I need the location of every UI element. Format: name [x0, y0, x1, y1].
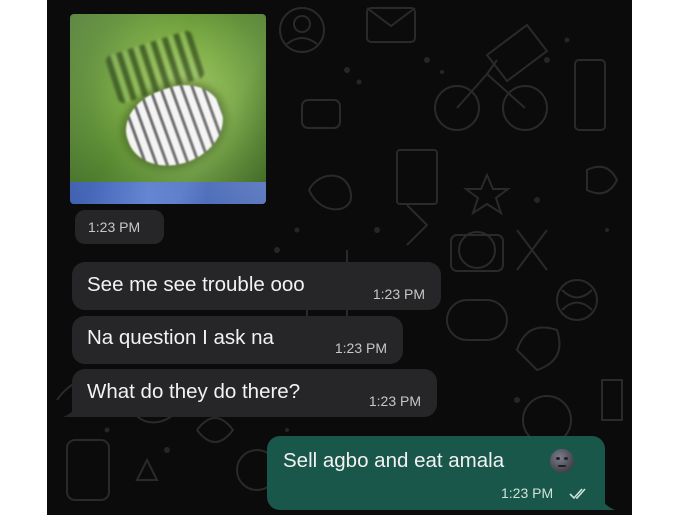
incoming-message-bubble[interactable]: What do they do there? 1:23 PM — [72, 369, 437, 417]
sticker-timestamp-pill: 1:23 PM — [75, 210, 164, 244]
message-text: See me see trouble ooo — [87, 273, 305, 296]
bubble-tail — [63, 405, 77, 417]
double-check-icon — [569, 488, 586, 500]
incoming-message-bubble[interactable]: See me see trouble ooo 1:23 PM — [72, 262, 441, 310]
message-time: 1:23 PM — [372, 286, 425, 302]
bubble-tail — [601, 498, 615, 510]
new-moon-face-emoji — [550, 449, 574, 473]
message-text: What do they do there? — [87, 380, 301, 403]
message-text: Sell agbo and eat amala — [283, 449, 505, 472]
chat-area: 1:23 PM See me see trouble ooo 1:23 PM N… — [47, 0, 632, 515]
sticker-motion-blur — [70, 14, 266, 204]
incoming-message-bubble[interactable]: Na question I ask na 1:23 PM — [72, 316, 403, 364]
outgoing-message-bubble[interactable]: Sell agbo and eat amala 1:23 PM — [267, 436, 605, 510]
message-time: 1:23 PM — [368, 393, 421, 409]
message-time: 1:23 PM — [501, 485, 554, 501]
message-text: Na question I ask na — [87, 326, 274, 349]
message-time: 1:23 PM — [88, 219, 141, 235]
message-time: 1:23 PM — [334, 340, 387, 356]
sticker-image[interactable] — [70, 14, 266, 204]
